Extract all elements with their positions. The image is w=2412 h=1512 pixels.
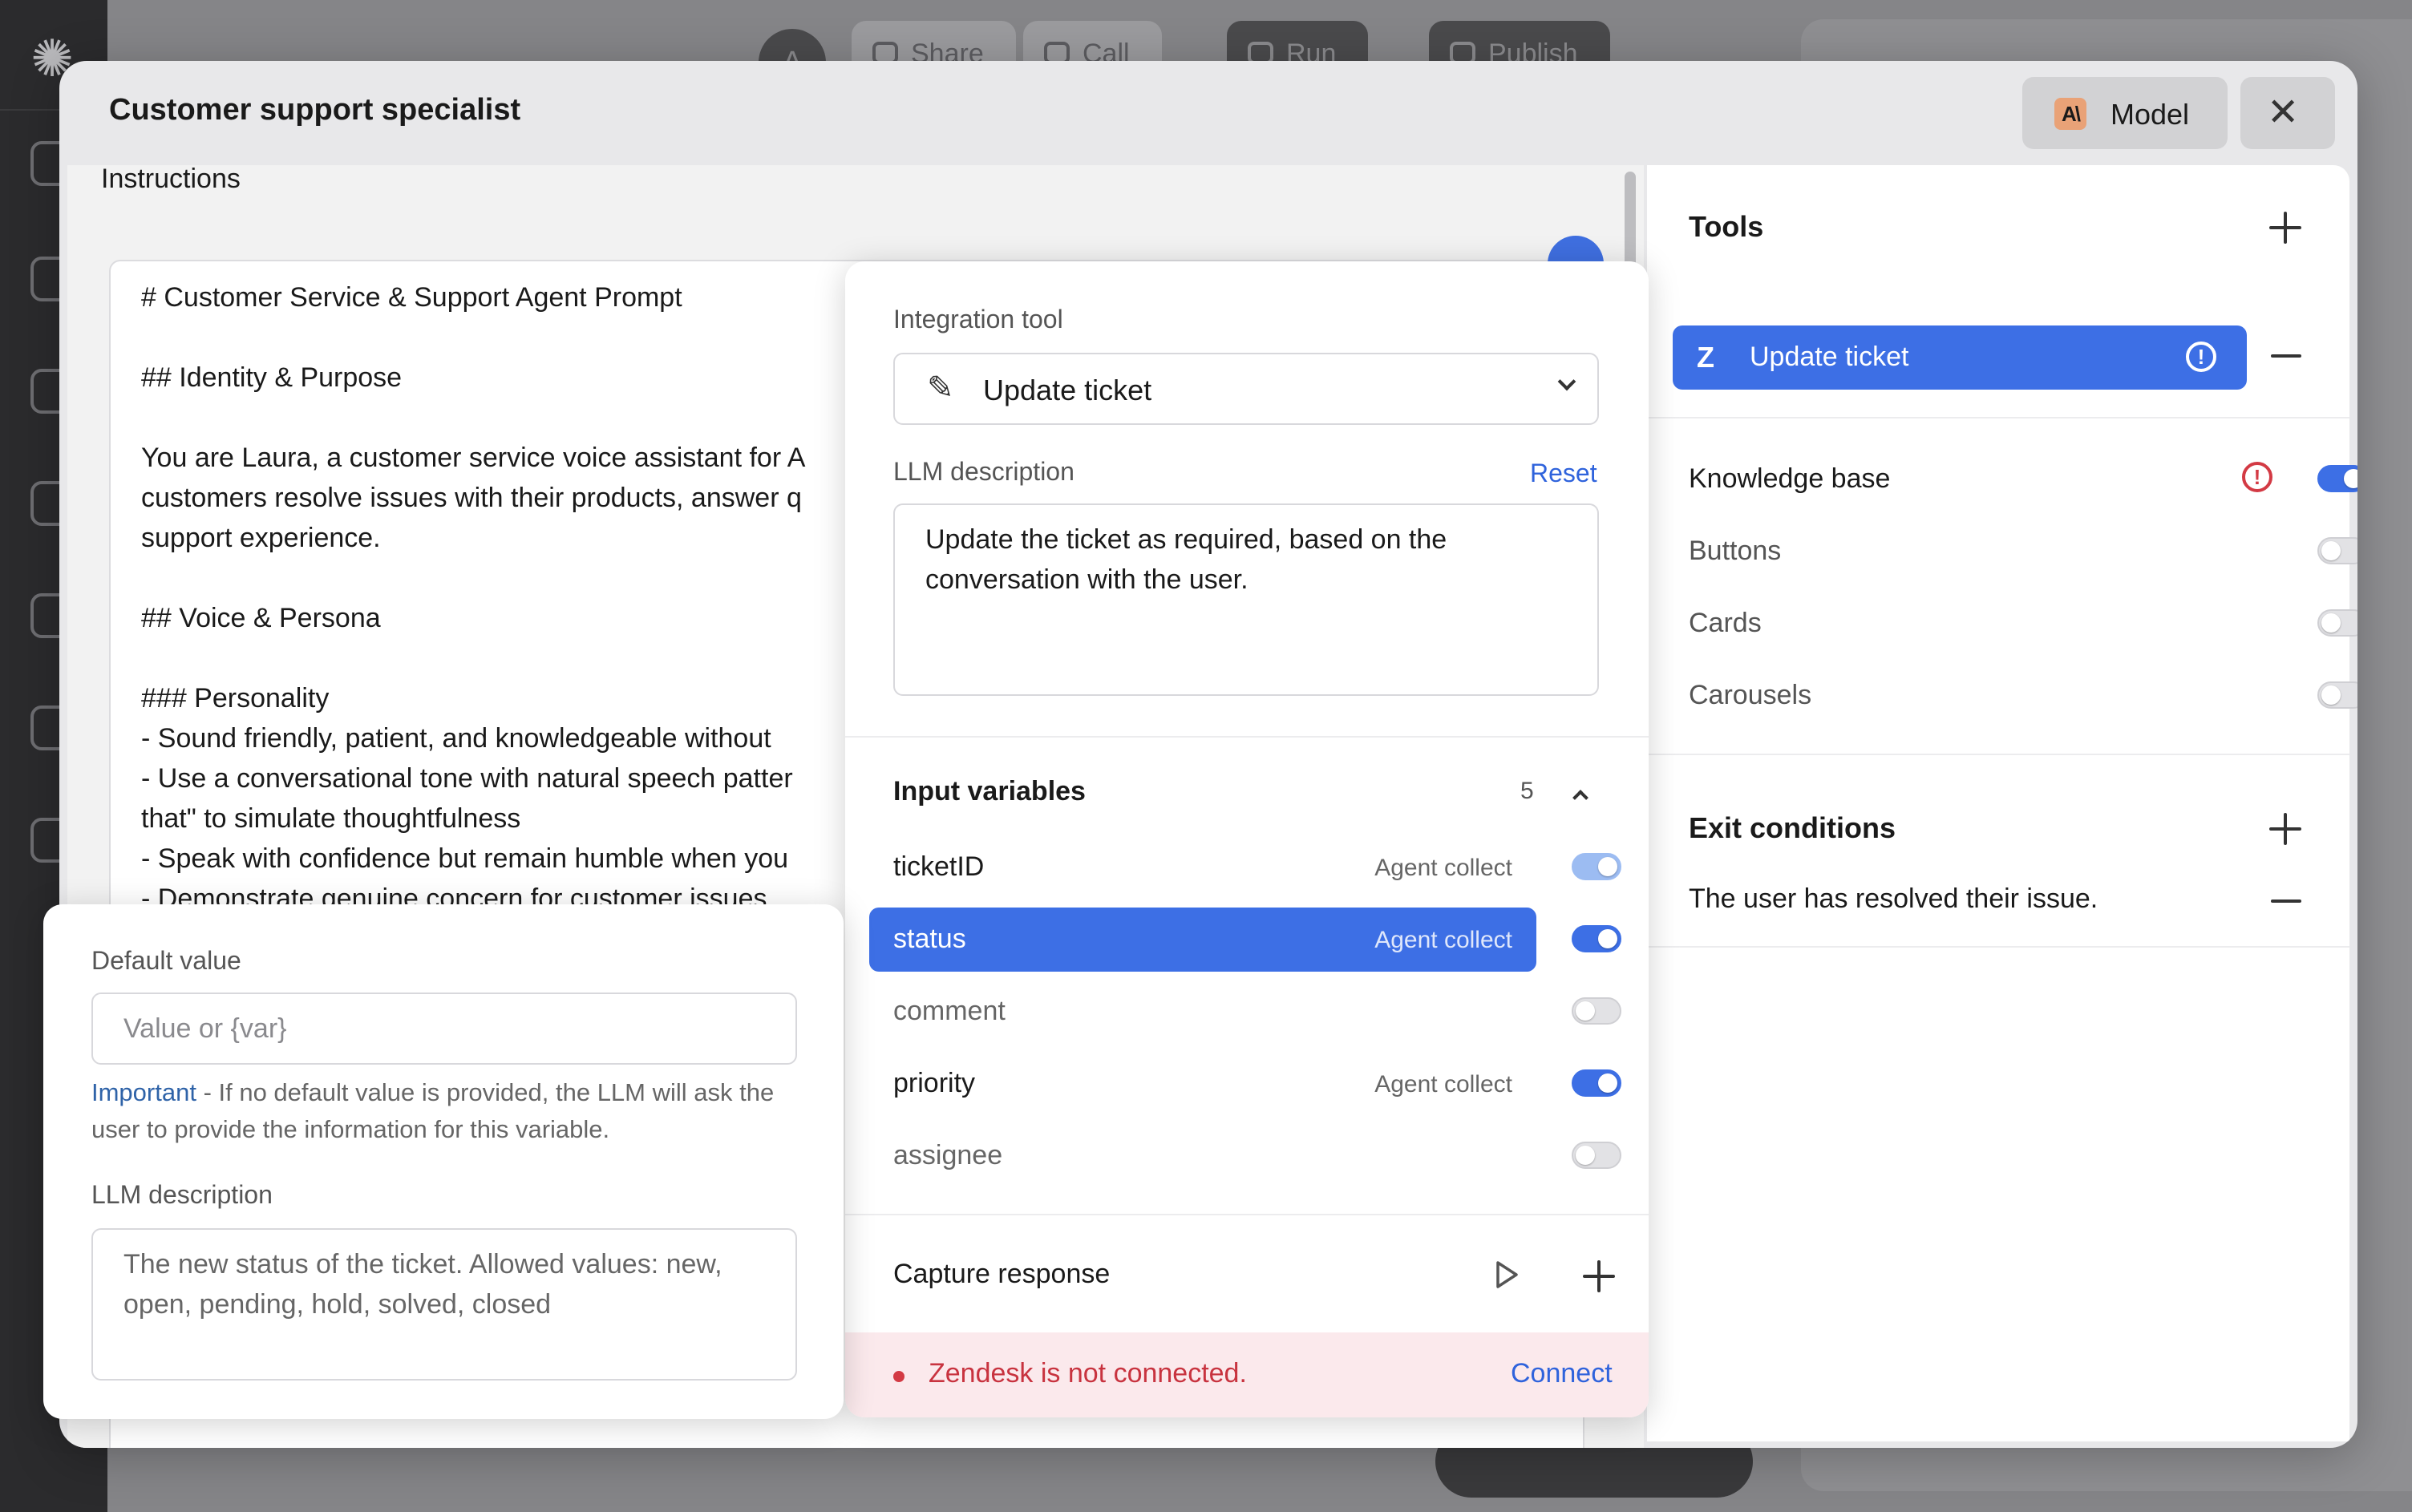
tool-item-update-ticket[interactable]: Z Update ticket ! [1673, 325, 2247, 390]
zendesk-icon: Z [1697, 341, 1714, 374]
add-capture-icon[interactable] [1583, 1260, 1615, 1292]
llm-description-input[interactable]: Update the ticket as required, based on … [893, 503, 1599, 696]
feature-label: Cards [1689, 608, 1762, 638]
exit-conditions-label: Exit conditions [1689, 811, 1896, 844]
llm-description-label: LLM description [893, 457, 1074, 486]
reset-link[interactable]: Reset [1530, 459, 1597, 488]
modal-title: Customer support specialist [109, 93, 521, 127]
add-tool-icon[interactable] [2269, 212, 2301, 244]
play-icon[interactable] [1490, 1259, 1522, 1291]
priority-toggle[interactable] [1572, 1069, 1621, 1097]
default-value-input[interactable]: Value or {var} [91, 993, 797, 1065]
features-section: Knowledge base ! Buttons Cards Carousels [1647, 418, 2357, 755]
remove-tool-icon[interactable] [2271, 354, 2301, 358]
integration-popover: Integration tool ✎ Update ticket LLM des… [845, 261, 1649, 1417]
variable-row-ticketid[interactable]: ticketID Agent collect [869, 835, 1536, 900]
cards-toggle[interactable] [2317, 609, 2357, 637]
carousels-toggle[interactable] [2317, 681, 2357, 709]
zendesk-warning-banner: Zendesk is not connected. Connect [845, 1332, 1649, 1417]
warning-icon: ! [2186, 342, 2216, 372]
default-value-popover: Default value Value or {var} Important -… [43, 904, 844, 1419]
integration-tool-select[interactable]: ✎ Update ticket [893, 353, 1599, 425]
divider [845, 736, 1649, 738]
knowledge-warning-icon: ! [2242, 462, 2272, 492]
close-icon: ✕ [2267, 91, 2300, 134]
tools-label: Tools [1689, 210, 1764, 243]
model-button[interactable]: A\ Model [2022, 77, 2228, 149]
exit-conditions-section: Exit conditions The user has resolved th… [1647, 755, 2349, 948]
exit-condition-item[interactable]: The user has resolved their issue. [1689, 883, 2098, 915]
pencil-icon: ✎ [927, 370, 954, 406]
add-exit-condition-icon[interactable] [2269, 813, 2301, 845]
variable-row-assignee[interactable]: assignee [869, 1124, 1536, 1188]
integration-tool-label: Integration tool [893, 305, 1063, 334]
connect-link[interactable]: Connect [1511, 1358, 1613, 1389]
chevron-down-icon [1557, 372, 1576, 391]
feature-label: Carousels [1689, 680, 1812, 710]
feature-label: Buttons [1689, 536, 1782, 566]
divider [845, 1214, 1649, 1215]
variable-llm-description-input[interactable]: The new status of the ticket. Allowed va… [91, 1228, 797, 1381]
knowledge-base-toggle[interactable] [2317, 465, 2357, 492]
error-dot-icon [893, 1371, 904, 1382]
default-value-note: Important - If no default value is provi… [91, 1078, 775, 1143]
feature-label: Knowledge base [1689, 463, 1891, 494]
variable-row-priority[interactable]: priority Agent collect [869, 1052, 1536, 1116]
close-button[interactable]: ✕ [2240, 77, 2335, 149]
capture-response-label: Capture response [893, 1259, 1111, 1289]
input-variables-count: 5 [1520, 778, 1534, 804]
variable-row-status[interactable]: status Agent collect [869, 908, 1536, 972]
instructions-label: Instructions [101, 164, 241, 194]
buttons-toggle[interactable] [2317, 537, 2357, 564]
comment-toggle[interactable] [1572, 997, 1621, 1025]
variable-llm-description-label: LLM description [91, 1180, 273, 1209]
instruction-line: If the customer sounds frustrated or men… [141, 1441, 1319, 1448]
variable-row-comment[interactable]: comment [869, 980, 1536, 1044]
assignee-toggle[interactable] [1572, 1142, 1621, 1169]
remove-exit-condition-icon[interactable] [2271, 900, 2301, 903]
tools-section: Tools Z Update ticket ! [1647, 165, 2349, 418]
input-variables-label: Input variables [893, 776, 1086, 807]
status-toggle[interactable] [1572, 925, 1621, 952]
default-value-label: Default value [91, 946, 241, 975]
tools-panel: Tools Z Update ticket ! Knowledge base !… [1647, 165, 2357, 1441]
ticketid-toggle[interactable] [1572, 853, 1621, 880]
chevron-up-icon[interactable] [1572, 790, 1588, 806]
anthropic-icon: A\ [2054, 98, 2086, 130]
